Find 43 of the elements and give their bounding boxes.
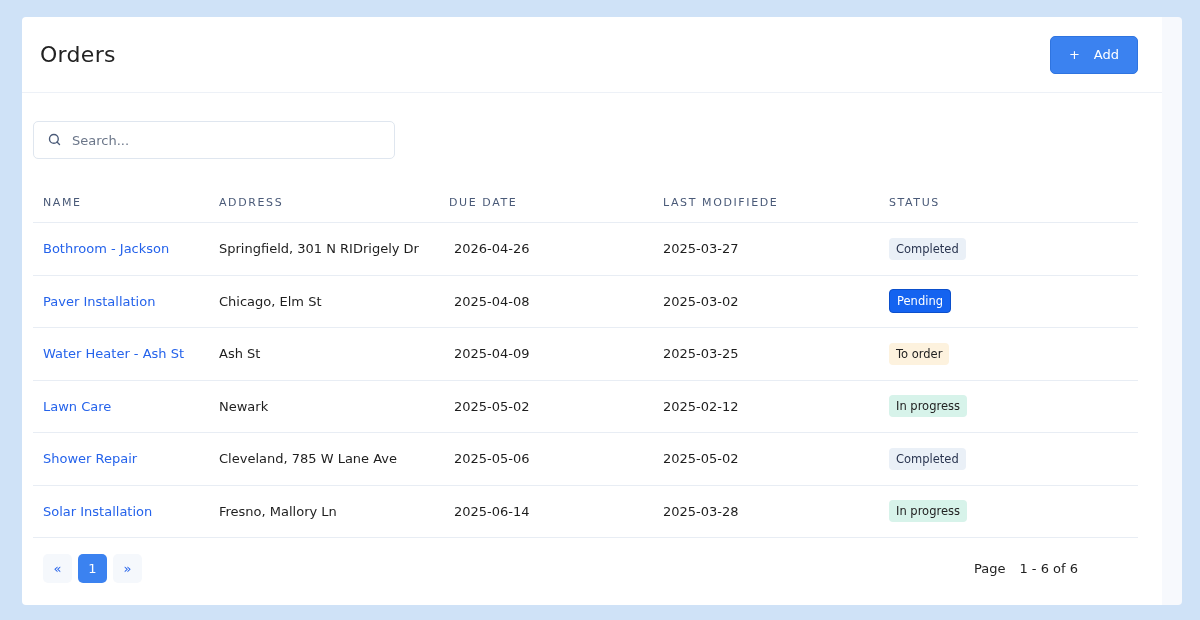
status-badge: Completed [889,447,966,470]
due-date-cell-text: 2025-04-09 [453,346,531,362]
status-badge: In progress [889,500,967,523]
column-header: LAST MODIFIEDE [663,196,780,209]
due-date-cell-text: 2026-04-26 [453,241,531,257]
due-date-cell-text: 2025-06-14 [453,503,531,519]
address-cell-text: Ash St [219,346,262,362]
address-cell-text: Fresno, Mallory Ln [219,503,338,519]
address-cell-text: Chicago, Elm St [219,293,323,309]
last-modified-cell-text: 2025-02-12 [663,398,740,414]
page-number-button[interactable]: 1 [78,554,107,583]
add-button[interactable]: + Add [1049,35,1138,74]
column-header: ADDRESS [219,196,285,209]
page-title: Orders [40,42,116,67]
column-header: DUE DATE [449,196,519,209]
status-badge: In progress [889,395,967,418]
last-modified-cell-text: 2025-03-28 [663,503,740,519]
column-header: NAME [43,196,83,209]
address-cell-text: Newark [219,398,270,414]
page-range: 1 - 6 of 6 [1019,561,1078,576]
status-badge: Pending [889,289,951,314]
order-name-link[interactable]: Solar Installation [43,503,219,519]
order-name-link[interactable]: Water Heater - Ash St [43,346,219,362]
status-badge: To order [889,342,950,365]
order-name-link[interactable]: Paver Installation [43,293,219,309]
order-name-link[interactable]: Shower Repair [43,451,219,467]
order-name-link[interactable]: Lawn Care [43,398,219,414]
order-name-link[interactable]: Bothroom - Jackson [43,241,219,257]
status-badge: Completed [889,237,966,260]
last-modified-cell-text: 2025-03-02 [663,293,740,309]
next-page-button[interactable]: » [113,554,142,583]
address-cell-text: Springfield, 301 N RIDrigely Dr [219,241,420,257]
column-header: STATUS [889,196,941,209]
last-modified-cell-text: 2025-03-27 [663,241,740,257]
last-modified-cell-text: 2025-05-02 [663,451,740,467]
previous-page-button[interactable]: « [43,554,72,583]
last-modified-cell-text: 2025-03-25 [663,346,740,362]
page-label: Page [973,561,1006,576]
due-date-cell-text: 2025-04-08 [453,293,531,309]
address-cell-text: Cleveland, 785 W Lane Ave [219,451,399,467]
search-field[interactable]: Search... [33,121,395,159]
due-date-cell-text: 2025-05-02 [453,398,531,414]
due-date-cell-text: 2025-05-06 [453,451,531,467]
